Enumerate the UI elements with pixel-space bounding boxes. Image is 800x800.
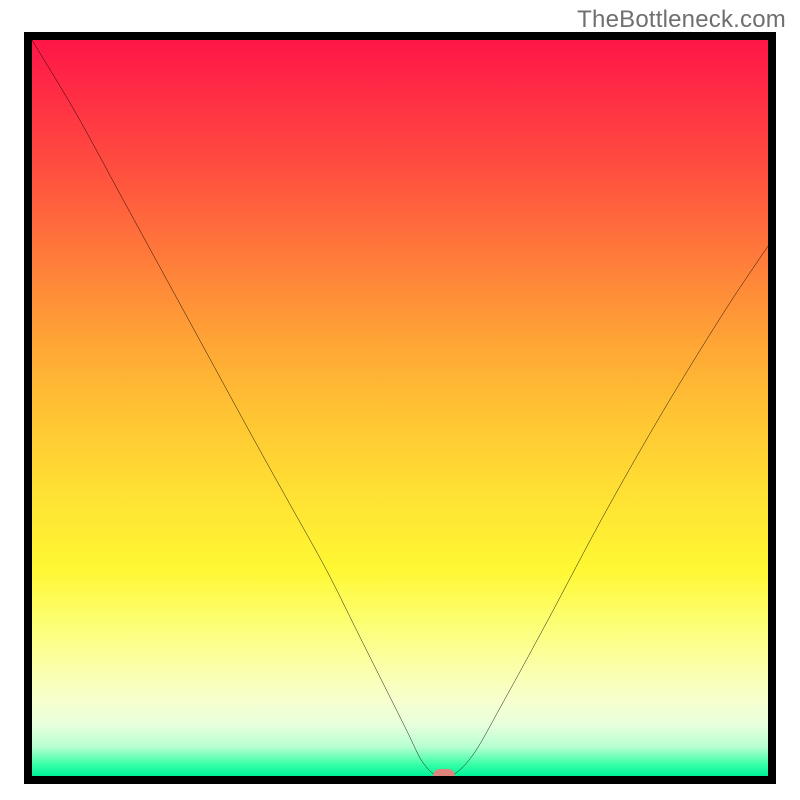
plot-area (32, 40, 768, 776)
chart-frame: TheBottleneck.com (0, 0, 800, 800)
optimum-marker (433, 769, 455, 776)
plot-border (24, 32, 776, 784)
bottleneck-curve (32, 40, 768, 776)
watermark-text: TheBottleneck.com (577, 6, 786, 34)
